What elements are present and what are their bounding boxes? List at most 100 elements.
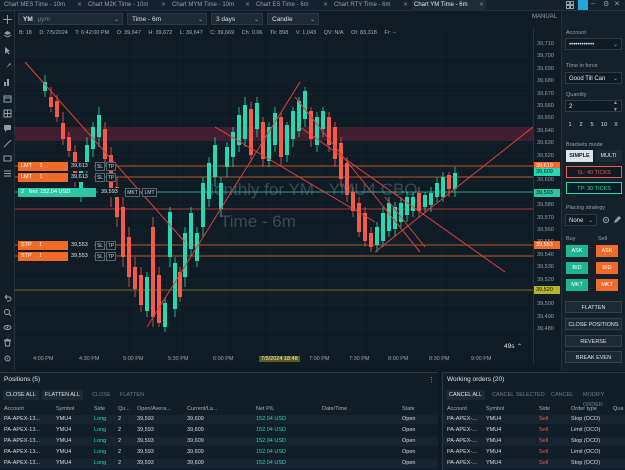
column-header[interactable]: Current/La... [187,406,218,412]
tab-es[interactable]: Chart ES Time - 6m ✕ [254,0,330,11]
qty-preset-10[interactable]: 10 [598,119,610,131]
cancel-all-button[interactable]: CANCEL ALL [446,390,486,400]
symbol-selector[interactable]: YM μym ⌄ [18,13,123,25]
tp-button[interactable]: TP [106,252,116,261]
flatten-all-button[interactable]: FLATTEN ALL [42,390,84,400]
trendline[interactable] [24,61,186,243]
gear-icon[interactable] [602,216,610,224]
sell-bid-button[interactable]: BID [596,262,618,274]
trendline-tool-icon[interactable] [3,139,12,148]
price-axis[interactable]: 39,710 39,700 39,690 39,680 39,670 39,660 39,6… [533,27,560,365]
close-positions-button[interactable]: CLOSE POSITIONS [565,318,622,330]
multi-mode-button[interactable]: MULTI [595,150,622,162]
range-selector[interactable]: 3 days ⌄ [211,13,263,25]
column-header[interactable]: Qu... [118,406,130,412]
trendline[interactable] [214,126,376,223]
modify-order-button[interactable]: MODIFY ORDER [580,390,625,408]
sl-button[interactable]: SL [95,241,105,250]
rectangle-tool-icon[interactable] [3,154,12,163]
chart-style-selector[interactable]: Candle ⌄ [267,13,319,25]
lmt-button[interactable]: LMT [142,188,157,197]
fib-tool-icon[interactable] [3,169,12,178]
tp-button[interactable]: TP [106,162,116,171]
mkt-button[interactable]: MKT [125,188,140,197]
tp-button[interactable]: TP [106,173,116,182]
close-icon[interactable]: ✕ [161,0,166,11]
stop-loss-ticks[interactable]: SL: 40 TICKS [566,166,622,178]
close-icon[interactable]: ✕ [245,0,250,11]
column-header[interactable]: Side [94,406,105,412]
crosshair-icon[interactable] [3,15,12,24]
break-even-button[interactable]: BREAK EVEN [565,351,622,363]
column-header[interactable]: Symbol [486,406,504,412]
tab-mym[interactable]: Chart MYM Time - 10m ✕ [170,0,252,11]
qty-preset-5[interactable]: 5 [587,119,597,131]
buy-bid-button[interactable]: BID [566,262,588,274]
cancel-selected-button[interactable]: CANCEL SELECTED [489,390,548,400]
undo-icon[interactable] [3,293,12,302]
grid-icon[interactable] [566,1,574,9]
chat-icon[interactable] [3,124,12,133]
qty-preset-x[interactable]: X [611,119,621,131]
interval-selector[interactable]: Time - 6m ⌄ [127,13,207,25]
cursor-icon[interactable] [3,46,12,55]
tab-mes[interactable]: Chart MES Time - 10m ✕ [2,0,84,11]
calendar-icon[interactable] [3,94,12,103]
order-tag-stp[interactable]: STP 1 [18,252,68,261]
sl-button[interactable]: SL [95,162,105,171]
tab-rty[interactable]: Chart RTY Time - 6m ✕ [332,0,410,11]
column-header[interactable]: State [402,406,415,412]
trash-icon[interactable] [3,338,12,347]
tif-select[interactable]: Good Till Can ⌄ [565,72,622,84]
layers-icon[interactable] [3,30,12,39]
order-tag-lmt[interactable]: LMT 1 [18,173,68,182]
minimize-icon[interactable]: – [591,0,595,7]
sell-mkt-button[interactable]: MKT [596,279,618,291]
column-header[interactable]: Qua [613,406,623,412]
take-profit-ticks[interactable]: TP: 30 TICKS [566,182,622,194]
account-select[interactable]: •••••••••••• ⌄ [565,38,622,50]
close-button[interactable]: CLOSE [89,390,114,400]
simple-mode-button[interactable]: SIMPLE [566,150,593,162]
sell-ask-button[interactable]: ASK [596,245,618,257]
tab-ym[interactable]: Chart YM Time - 6m ✕ [412,0,486,11]
column-header[interactable]: Open/Avera... [137,406,171,412]
time-axis[interactable]: 4:00 PM 4:30 PM 5:00 PM 5:30 PM 6:00 PM 7/5/2… [15,355,533,366]
sl-button[interactable]: SL [95,173,105,182]
eye-icon[interactable] [3,323,12,332]
column-header[interactable]: Symbol [56,406,74,412]
edit-icon[interactable] [613,216,621,224]
sl-button[interactable]: SL [95,252,105,261]
indicator-icon[interactable] [3,78,12,87]
flatten-button[interactable]: FLATTEN [565,301,622,313]
strategy-select[interactable]: None ⌄ [565,214,597,226]
column-header[interactable]: Order type [571,406,597,412]
column-header[interactable]: Account [447,406,467,412]
close-all-button[interactable]: CLOSE ALL [3,390,39,400]
tp-button[interactable]: TP [106,241,116,250]
close-icon[interactable]: ✕ [479,0,484,11]
buy-ask-button[interactable]: ASK [566,245,588,257]
close-icon[interactable]: ✕ [323,0,328,11]
close-icon[interactable]: ✕ [403,0,408,11]
column-header[interactable]: Account [4,406,24,412]
reverse-button[interactable]: REVERSE [565,335,622,347]
flatten-button[interactable]: FLATTEN [117,390,147,400]
trendline[interactable] [299,126,506,273]
close-window-icon[interactable]: ✕ [614,0,620,8]
brush-icon[interactable] [3,62,12,71]
close-icon[interactable]: ✕ [77,0,82,11]
column-header[interactable]: Net P/L [256,406,274,412]
cancel-button[interactable]: CANCEL [548,390,576,400]
qty-preset-2[interactable]: 2 [576,119,586,131]
order-tag-lmt[interactable]: LMT 1 [18,162,68,171]
zoom-icon[interactable] [3,308,12,317]
column-header[interactable]: Date/Time [322,406,347,412]
buy-mkt-button[interactable]: MKT [566,279,588,291]
column-header[interactable]: Side [539,406,550,412]
stepper-icon[interactable]: ▲ ▼ [613,100,618,114]
tab-m2k[interactable]: Chart M2K Time - 10m ✕ [86,0,168,11]
table-icon[interactable] [3,109,12,118]
quantity-stepper[interactable]: 2 ▲ ▼ [565,100,622,114]
panel-menu-icon[interactable]: ⋮ [428,376,435,384]
